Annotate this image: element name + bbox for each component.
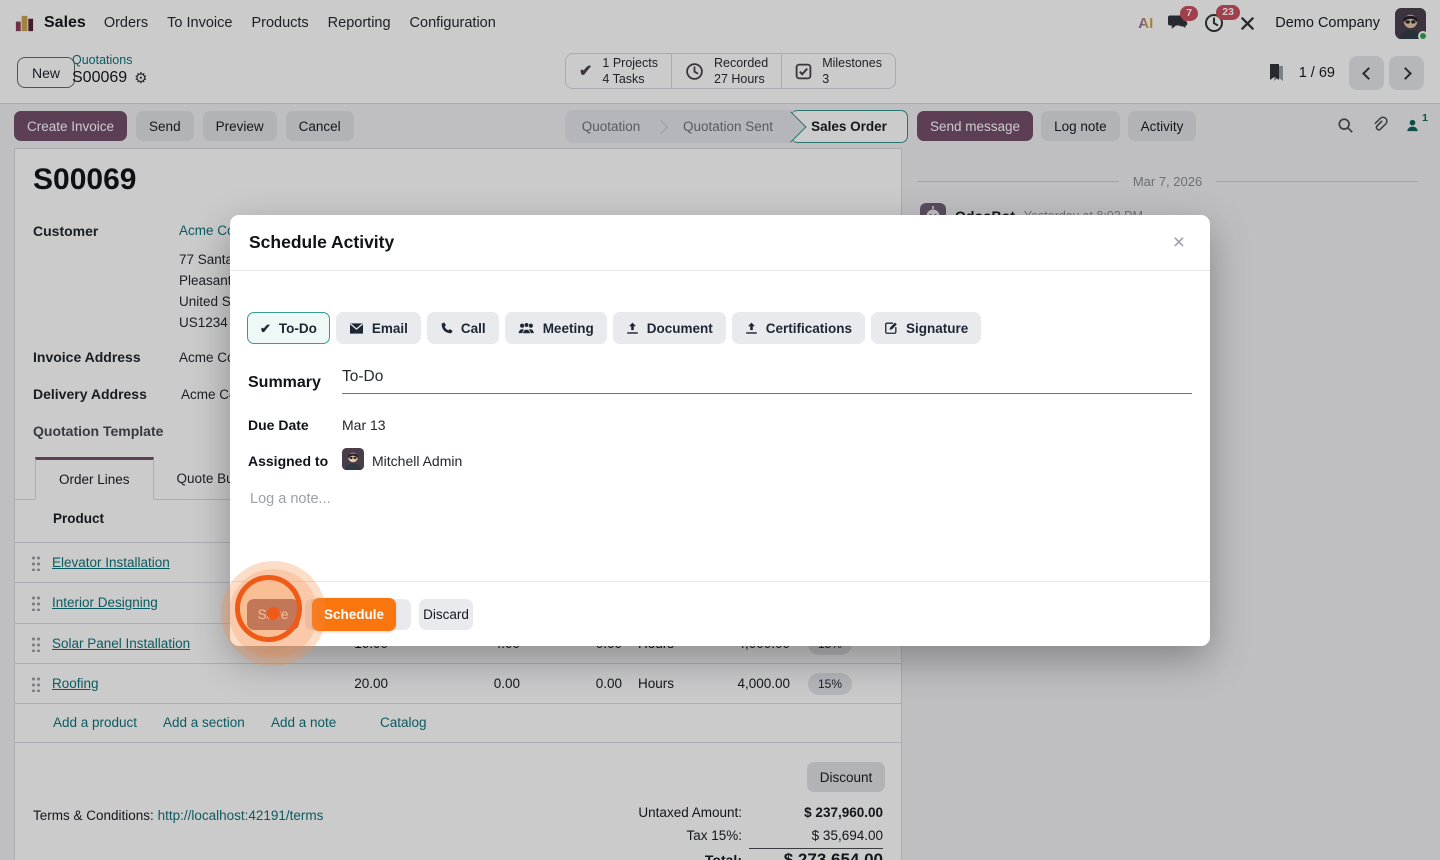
summary-input[interactable] bbox=[342, 368, 1192, 394]
users-icon bbox=[518, 322, 535, 335]
odoo-sales-app: Sales Orders To Invoice Products Reporti… bbox=[0, 0, 1440, 860]
assignee-avatar bbox=[342, 448, 364, 470]
due-date-label: Due Date bbox=[248, 417, 309, 433]
discard-button[interactable]: Discard bbox=[419, 599, 473, 630]
save-button[interactable]: Save bbox=[247, 599, 299, 630]
dialog-title: Schedule Activity bbox=[249, 232, 394, 253]
close-icon[interactable]: × bbox=[1167, 230, 1191, 255]
schedule-button[interactable]: Schedule bbox=[312, 598, 396, 631]
summary-label: Summary bbox=[248, 374, 321, 392]
dialog-header: Schedule Activity × bbox=[230, 215, 1210, 271]
due-date-value[interactable]: Mar 13 bbox=[342, 417, 386, 433]
note-editor-placeholder[interactable]: Log a note... bbox=[250, 491, 331, 507]
pencil-square-icon bbox=[884, 321, 898, 335]
activity-type-certifications[interactable]: Certifications bbox=[732, 312, 865, 344]
upload-icon bbox=[745, 322, 758, 335]
activity-type-meeting[interactable]: Meeting bbox=[505, 312, 607, 344]
activity-type-signature[interactable]: Signature bbox=[871, 312, 981, 344]
assigned-to-label: Assigned to bbox=[248, 453, 328, 469]
phone-icon bbox=[440, 322, 453, 335]
envelope-icon bbox=[349, 322, 364, 335]
check-icon: ✔ bbox=[260, 322, 271, 335]
activity-type-buttons: ✔ To-Do Email Call Meeting Document C bbox=[247, 312, 981, 344]
upload-icon bbox=[626, 322, 639, 335]
activity-type-todo[interactable]: ✔ To-Do bbox=[247, 312, 330, 344]
activity-type-call[interactable]: Call bbox=[427, 312, 499, 344]
activity-type-email[interactable]: Email bbox=[336, 312, 421, 344]
schedule-activity-dialog: Schedule Activity × ✔ To-Do Email Call M… bbox=[230, 215, 1210, 646]
assignee-name[interactable]: Mitchell Admin bbox=[372, 453, 462, 469]
dialog-footer: Save Mark Done Schedule Discard bbox=[230, 581, 1210, 646]
activity-type-document[interactable]: Document bbox=[613, 312, 726, 344]
